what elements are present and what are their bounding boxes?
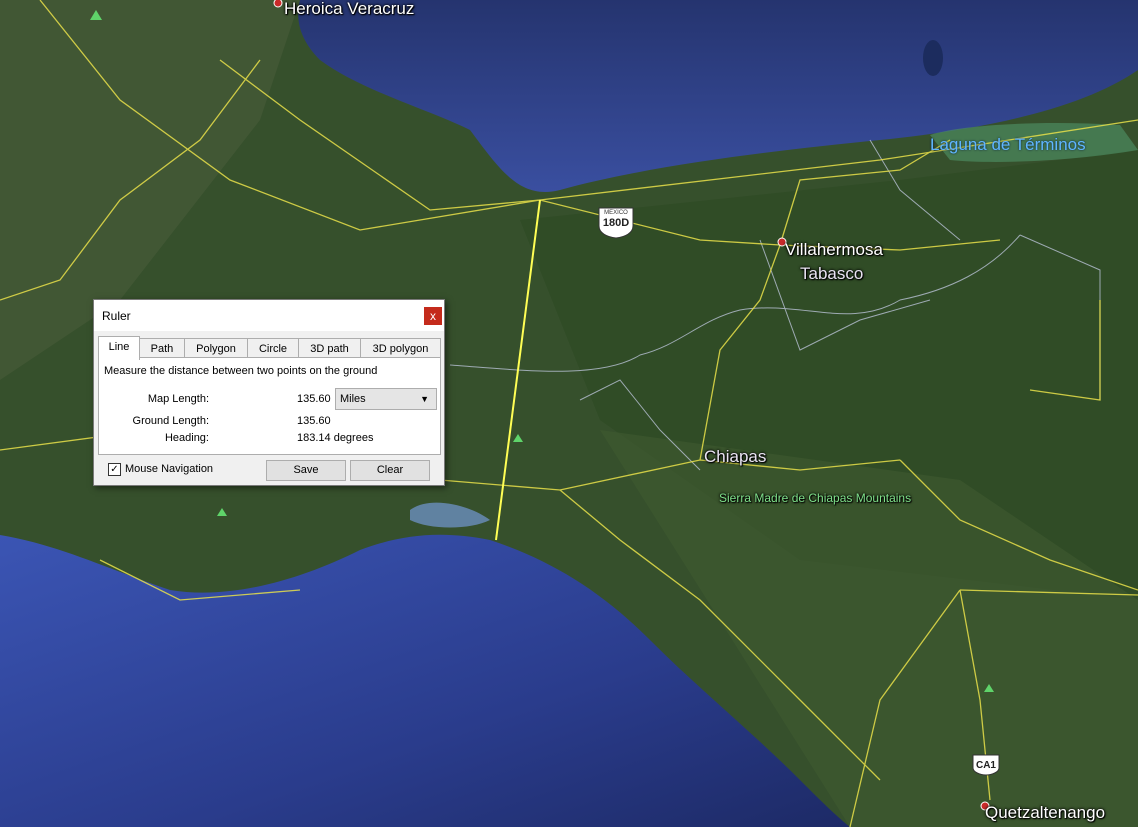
map-length-label: Map Length:	[147, 393, 209, 405]
svg-text:MEXICO: MEXICO	[604, 210, 628, 216]
mouse-navigation-label[interactable]: Mouse Navigation	[125, 463, 213, 475]
close-button[interactable]: x	[424, 307, 442, 325]
heading-label: Heading:	[164, 432, 209, 444]
save-button[interactable]: Save	[266, 460, 346, 481]
label-veracruz: Heroica Veracruz	[284, 0, 415, 18]
svg-text:180D: 180D	[603, 217, 629, 229]
units-dropdown[interactable]: Miles ▼	[335, 388, 437, 410]
tab-line[interactable]: Line	[98, 336, 140, 360]
ruler-description: Measure the distance between two points …	[104, 365, 378, 377]
highway-shield-180d: MEXICO 180D	[598, 207, 634, 239]
units-selected: Miles	[340, 393, 366, 405]
mouse-navigation-checkbox[interactable]: ✓	[108, 463, 121, 476]
label-sierra-madre: Sierra Madre de Chiapas Mountains	[719, 491, 912, 505]
tab-circle[interactable]: Circle	[247, 338, 299, 359]
tab-3d-polygon[interactable]: 3D polygon	[360, 338, 441, 359]
highway-shield-ca1: CA1	[972, 754, 1000, 776]
clear-button[interactable]: Clear	[350, 460, 430, 481]
city-marker-veracruz	[273, 0, 283, 8]
label-quetzaltenango: Quetzaltenango	[985, 803, 1106, 822]
ruler-tabs: Line Path Polygon Circle 3D path 3D poly…	[98, 336, 441, 360]
chevron-down-icon: ▼	[420, 394, 429, 404]
ground-length-label: Ground Length:	[132, 415, 209, 427]
tab-3d-path[interactable]: 3D path	[298, 338, 361, 359]
map-length-value: 135.60	[297, 393, 331, 405]
ground-length-value: 135.60	[297, 415, 331, 427]
label-villahermosa: Villahermosa	[785, 240, 883, 259]
ruler-panel: Measure the distance between two points …	[98, 357, 441, 455]
label-tabasco: Tabasco	[800, 264, 864, 283]
ruler-title: Ruler	[102, 309, 131, 323]
label-chiapas: Chiapas	[704, 447, 767, 466]
ruler-dialog: Ruler x Line Path Polygon Circle 3D path…	[93, 299, 445, 486]
label-laguna-de-terminos: Laguna de Términos	[930, 135, 1086, 154]
tab-polygon[interactable]: Polygon	[184, 338, 248, 359]
lake	[923, 40, 943, 76]
heading-value: 183.14 degrees	[297, 432, 374, 444]
svg-text:CA1: CA1	[976, 760, 996, 771]
tab-path[interactable]: Path	[139, 338, 185, 359]
ruler-title-bar[interactable]: Ruler x	[94, 300, 444, 331]
